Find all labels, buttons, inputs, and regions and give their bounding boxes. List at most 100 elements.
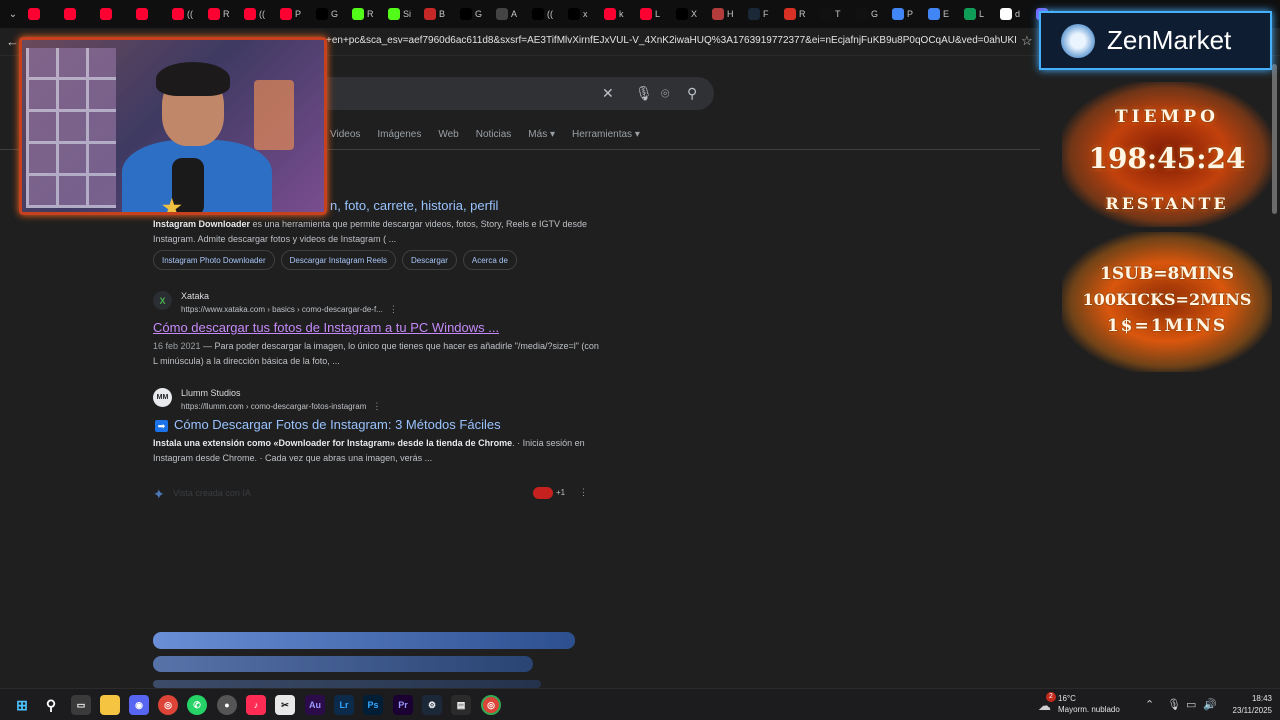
browser-tab[interactable]: E xyxy=(924,4,958,24)
browser-tab[interactable]: x xyxy=(564,4,598,24)
browser-tab[interactable]: A xyxy=(492,4,526,24)
microphone-icon[interactable]: 🎙 xyxy=(635,85,653,102)
lightroom-icon[interactable]: Lr xyxy=(334,695,354,715)
browser-tab[interactable]: G xyxy=(852,4,886,24)
browser-tab[interactable]: R xyxy=(348,4,382,24)
weather-widget[interactable]: ☁ 2 16°C Mayorm. nublado xyxy=(1038,692,1138,718)
scrollbar-thumb[interactable] xyxy=(1272,64,1277,214)
whatsapp-icon[interactable]: ✆ xyxy=(187,695,207,715)
result-snippet: Instagram Downloader es una herramienta … xyxy=(153,217,603,247)
sitelink-chip[interactable]: Instagram Photo Downloader xyxy=(153,250,275,270)
capcut-icon[interactable]: ✂ xyxy=(275,695,295,715)
sitelink-chip[interactable]: Acerca de xyxy=(462,250,517,270)
browser-tab-label: G xyxy=(331,9,339,19)
site-url: https://www.xataka.com › basics › como-d… xyxy=(181,304,398,315)
result-title-link[interactable]: ➡ Cómo Descargar Fotos de Instagram: 3 Mé… xyxy=(155,417,501,432)
x-icon xyxy=(460,8,472,20)
tab-more-label: Más xyxy=(528,129,548,140)
tab-news[interactable]: Noticias xyxy=(476,129,512,140)
browser-tab[interactable]: (( xyxy=(528,4,562,24)
photoshop-icon[interactable]: Ps xyxy=(363,695,383,715)
browser-tab[interactable]: G xyxy=(312,4,346,24)
camera-search-icon[interactable]: ⌾ xyxy=(661,85,669,102)
browser-tab[interactable]: k xyxy=(600,4,634,24)
tab-more[interactable]: Más ▾ xyxy=(528,129,555,140)
browser-tab[interactable]: L xyxy=(636,4,670,24)
browser-tab[interactable]: (( xyxy=(240,4,274,24)
browser-tab[interactable]: d xyxy=(996,4,1030,24)
timer-label: TIEMPO xyxy=(1115,107,1219,127)
browser-tab[interactable]: Si xyxy=(384,4,418,24)
sitelink-chip[interactable]: Descargar Instagram Reels xyxy=(280,250,396,270)
browser-tab[interactable]: R xyxy=(204,4,238,24)
file-explorer-icon[interactable] xyxy=(100,695,120,715)
windows-start-icon[interactable]: ⊞ xyxy=(12,695,32,715)
tab-videos[interactable]: Videos xyxy=(330,129,360,140)
browser-tab[interactable]: P xyxy=(276,4,310,24)
tab-tools[interactable]: Herramientas ▾ xyxy=(572,129,640,140)
browser-tab[interactable] xyxy=(96,4,130,24)
bookmark-star-icon[interactable]: ☆ xyxy=(1021,33,1033,49)
back-arrow-icon[interactable]: ← xyxy=(6,34,19,49)
result-source[interactable]: MM Llumm Studios https://llumm.com › com… xyxy=(153,388,381,412)
tab-images[interactable]: Imágenes xyxy=(377,129,421,140)
browser-tab[interactable] xyxy=(60,4,94,24)
steam-icon[interactable]: ⚙ xyxy=(422,695,442,715)
text-icon xyxy=(496,8,508,20)
discord-icon[interactable]: ◉ xyxy=(129,695,149,715)
browser-tab[interactable]: G xyxy=(456,4,490,24)
result-source[interactable]: X Xataka https://www.xataka.com › basics… xyxy=(153,291,398,315)
browser-tab[interactable] xyxy=(24,4,58,24)
kick-icon xyxy=(388,8,400,20)
llumm-logo-icon: MM xyxy=(153,388,172,407)
browser-tab-label: G xyxy=(871,9,879,19)
chrome-icon[interactable]: ◎ xyxy=(158,695,178,715)
search-icon[interactable]: ⚲ xyxy=(687,85,697,102)
result-title-link[interactable]: Cómo descargar tus fotos de Instagram a … xyxy=(153,320,499,335)
chevron-up-icon[interactable]: ⌃ xyxy=(1145,698,1154,711)
browser-tab[interactable]: X xyxy=(672,4,706,24)
kick-icon xyxy=(352,8,364,20)
browser-tab[interactable]: (( xyxy=(168,4,202,24)
more-options-icon[interactable]: ⋮ xyxy=(372,401,381,411)
browser-tab[interactable]: B xyxy=(420,4,454,24)
browser-tab-label: L xyxy=(655,9,661,19)
premiere-icon[interactable]: Pr xyxy=(393,695,413,715)
site-name: Llumm Studios xyxy=(181,388,241,398)
task-view-icon[interactable]: ▭ xyxy=(71,695,91,715)
ai-overview-row[interactable]: ✦ Vista creada con IA +1 ⋮ xyxy=(153,486,593,502)
browser-tab[interactable]: H xyxy=(708,4,742,24)
terminal-icon[interactable]: ▤ xyxy=(451,695,471,715)
browser-tab[interactable] xyxy=(132,4,166,24)
result-title-link[interactable]: n, foto, carrete, historia, perfil xyxy=(330,198,498,213)
tab-web[interactable]: Web xyxy=(438,129,458,140)
browser-tab[interactable]: P xyxy=(888,4,922,24)
search-input[interactable]: ✕ 🎙 ⌾ ⚲ xyxy=(322,77,714,110)
browser-tab[interactable]: T xyxy=(816,4,850,24)
more-options-icon[interactable]: ⋮ xyxy=(389,304,398,314)
x-icon xyxy=(532,8,544,20)
more-options-icon[interactable]: ⋮ xyxy=(579,487,588,498)
browser-tab[interactable]: L xyxy=(960,4,994,24)
browser-tab[interactable]: F xyxy=(744,4,778,24)
url-field[interactable]: +en+pc&sca_esv=aef7960d6ac611d8&sxsrf=AE… xyxy=(326,35,1016,46)
sitelink-chip[interactable]: Descargar xyxy=(402,250,457,270)
chrome-active-icon[interactable]: ◎ xyxy=(481,695,501,715)
system-clock[interactable]: 18:43 23/11/2025 xyxy=(1222,693,1272,717)
search-icon[interactable]: ⚲ xyxy=(41,695,61,715)
browser-tab-label: A xyxy=(511,9,518,19)
webcam-overlay: ★ xyxy=(19,37,327,215)
audition-icon[interactable]: Au xyxy=(305,695,325,715)
obs-icon[interactable]: ● xyxy=(217,695,237,715)
tab-search-chevron-icon[interactable]: ⌄ xyxy=(4,5,22,23)
site-url: https://llumm.com › como-descargar-fotos… xyxy=(181,401,381,412)
microphone-icon[interactable]: 🎙 xyxy=(1167,698,1181,711)
volume-icon[interactable]: 🔊 xyxy=(1203,698,1217,711)
clear-icon[interactable]: ✕ xyxy=(602,85,614,102)
network-icon[interactable]: ▭ xyxy=(1186,698,1196,711)
chevron-down-icon: ▾ xyxy=(634,129,640,140)
browser-tab[interactable]: R xyxy=(780,4,814,24)
sitelink-chips: Instagram Photo Downloader Descargar Ins… xyxy=(153,250,517,270)
tiktok-icon[interactable]: ♪ xyxy=(246,695,266,715)
loading-placeholder xyxy=(153,656,533,672)
